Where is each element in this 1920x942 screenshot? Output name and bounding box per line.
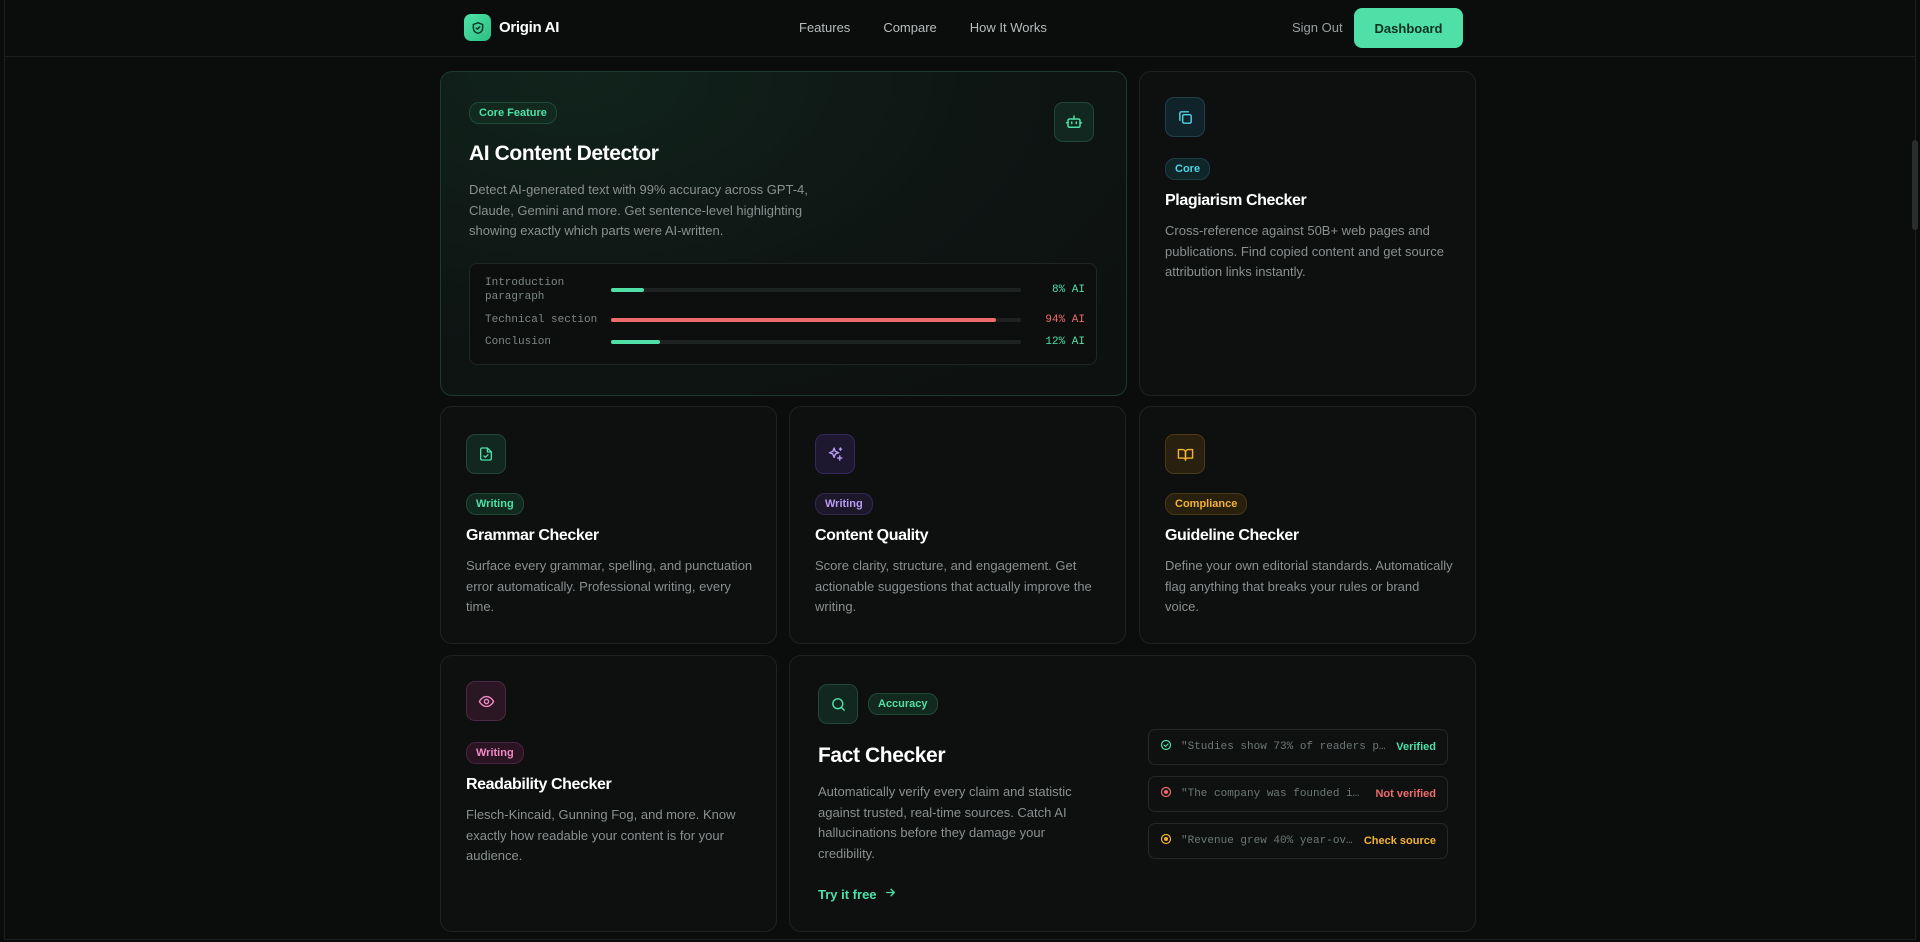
analysis-row: Introduction paragraph 8% AI — [485, 276, 1085, 304]
analysis-row-track — [611, 318, 1021, 322]
claim-text: "Studies show 73% of readers p… — [1181, 741, 1386, 753]
claim-status: Check source — [1363, 835, 1436, 847]
analysis-row: Technical section 94% AI — [485, 313, 1085, 327]
writing-badge: Writing — [815, 493, 873, 515]
brand[interactable]: Origin AI — [464, 14, 559, 41]
analysis-row-track — [611, 288, 1021, 292]
check-circle-icon — [1160, 738, 1172, 756]
brand-name: Origin AI — [499, 19, 560, 36]
fact-checker-description: Automatically verify every claim and sta… — [818, 784, 1072, 861]
analysis-row: Conclusion 12% AI — [485, 335, 1085, 349]
core-feature-badge: Core Feature — [469, 102, 557, 124]
guideline-title: Guideline Checker — [1165, 527, 1299, 544]
claim-text: "The company was founded i… — [1181, 788, 1360, 800]
claim-status: Not verified — [1375, 788, 1436, 800]
plagiarism-title: Plagiarism Checker — [1165, 192, 1307, 209]
claim-row-not-verified[interactable]: "The company was founded i… Not verified — [1148, 776, 1448, 812]
guideline-card: Compliance Guideline Checker Define your… — [1139, 406, 1476, 644]
grammar-description: Surface every grammar, spelling, and pun… — [466, 558, 753, 614]
sign-out-link[interactable]: Sign Out — [1292, 20, 1343, 35]
analysis-row-fill — [611, 288, 644, 292]
search-icon — [818, 684, 858, 724]
analysis-row-label: Conclusion — [485, 336, 552, 348]
copy-icon — [1165, 97, 1205, 137]
claim-row-verified[interactable]: "Studies show 73% of readers p… Verified — [1148, 729, 1448, 765]
grammar-title: Grammar Checker — [466, 527, 599, 544]
analysis-row-fill — [611, 318, 997, 322]
ai-detector-card: Core Feature AI Content Detector Detect … — [440, 71, 1127, 396]
book-icon — [1165, 434, 1205, 474]
try-it-free-link[interactable]: Try it free — [818, 886, 897, 902]
writing-badge: Writing — [466, 493, 524, 515]
plagiarism-card: Core Plagiarism Checker Cross-reference … — [1139, 71, 1476, 396]
analysis-row-result: 8% AI — [1051, 284, 1085, 296]
readability-title: Readability Checker — [466, 776, 612, 793]
nav-link-compare[interactable]: Compare — [883, 20, 936, 35]
analysis-row-result: 12% AI — [1045, 336, 1085, 348]
fact-checker-title: Fact Checker — [818, 744, 946, 767]
bot-icon — [1054, 102, 1094, 142]
arrow-right-icon — [884, 886, 897, 902]
alert-circle-icon — [1160, 832, 1172, 850]
shield-check-icon — [464, 14, 491, 41]
fact-checker-card: Accuracy Fact Checker Automatically veri… — [789, 655, 1476, 932]
plagiarism-description: Cross-reference against 50B+ web pages a… — [1165, 223, 1444, 279]
claim-text: "Revenue grew 40% year-ov… — [1181, 835, 1353, 847]
nav-link-how-it-works[interactable]: How It Works — [970, 20, 1047, 35]
content-quality-description: Score clarity, structure, and engagement… — [815, 558, 1092, 614]
core-badge: Core — [1165, 158, 1211, 180]
eye-icon — [466, 681, 506, 721]
readability-card: Writing Readability Checker Flesch-Kinca… — [440, 655, 777, 932]
writing-badge: Writing — [466, 742, 524, 764]
compliance-badge: Compliance — [1165, 493, 1248, 515]
ai-detector-title: AI Content Detector — [469, 142, 659, 165]
content-quality-card: Writing Content Quality Score clarity, s… — [789, 406, 1126, 644]
readability-description: Flesch-Kincaid, Gunning Fog, and more. K… — [466, 807, 736, 863]
x-circle-icon — [1160, 785, 1172, 803]
grammar-card: Writing Grammar Checker Surface every gr… — [440, 406, 777, 644]
sparkles-icon — [815, 434, 855, 474]
analysis-panel: Introduction paragraph 8% AI Technical s… — [469, 263, 1097, 365]
top-nav: Origin AI Features Compare How It Works … — [5, 0, 1915, 57]
analysis-row-label: Introduction paragraph — [485, 277, 565, 303]
guideline-description: Define your own editorial standards. Aut… — [1165, 558, 1453, 614]
analysis-row-track — [611, 340, 1021, 344]
ai-detector-description: Detect AI-generated text with 99% accura… — [469, 182, 808, 238]
claim-row-check-source[interactable]: "Revenue grew 40% year-ov… Check source — [1148, 823, 1448, 859]
nav-links: Features Compare How It Works — [799, 20, 1080, 35]
file-check-icon — [466, 434, 506, 474]
analysis-row-label: Technical section — [485, 314, 598, 326]
scrollbar-thumb[interactable] — [1912, 140, 1918, 230]
analysis-row-fill — [611, 340, 661, 344]
accuracy-badge: Accuracy — [868, 693, 938, 715]
content-quality-title: Content Quality — [815, 527, 929, 544]
dashboard-button[interactable]: Dashboard — [1354, 8, 1463, 48]
analysis-row-result: 94% AI — [1045, 314, 1085, 326]
claim-status: Verified — [1396, 741, 1436, 753]
try-it-free-label: Try it free — [818, 886, 877, 902]
nav-link-features[interactable]: Features — [799, 20, 850, 35]
